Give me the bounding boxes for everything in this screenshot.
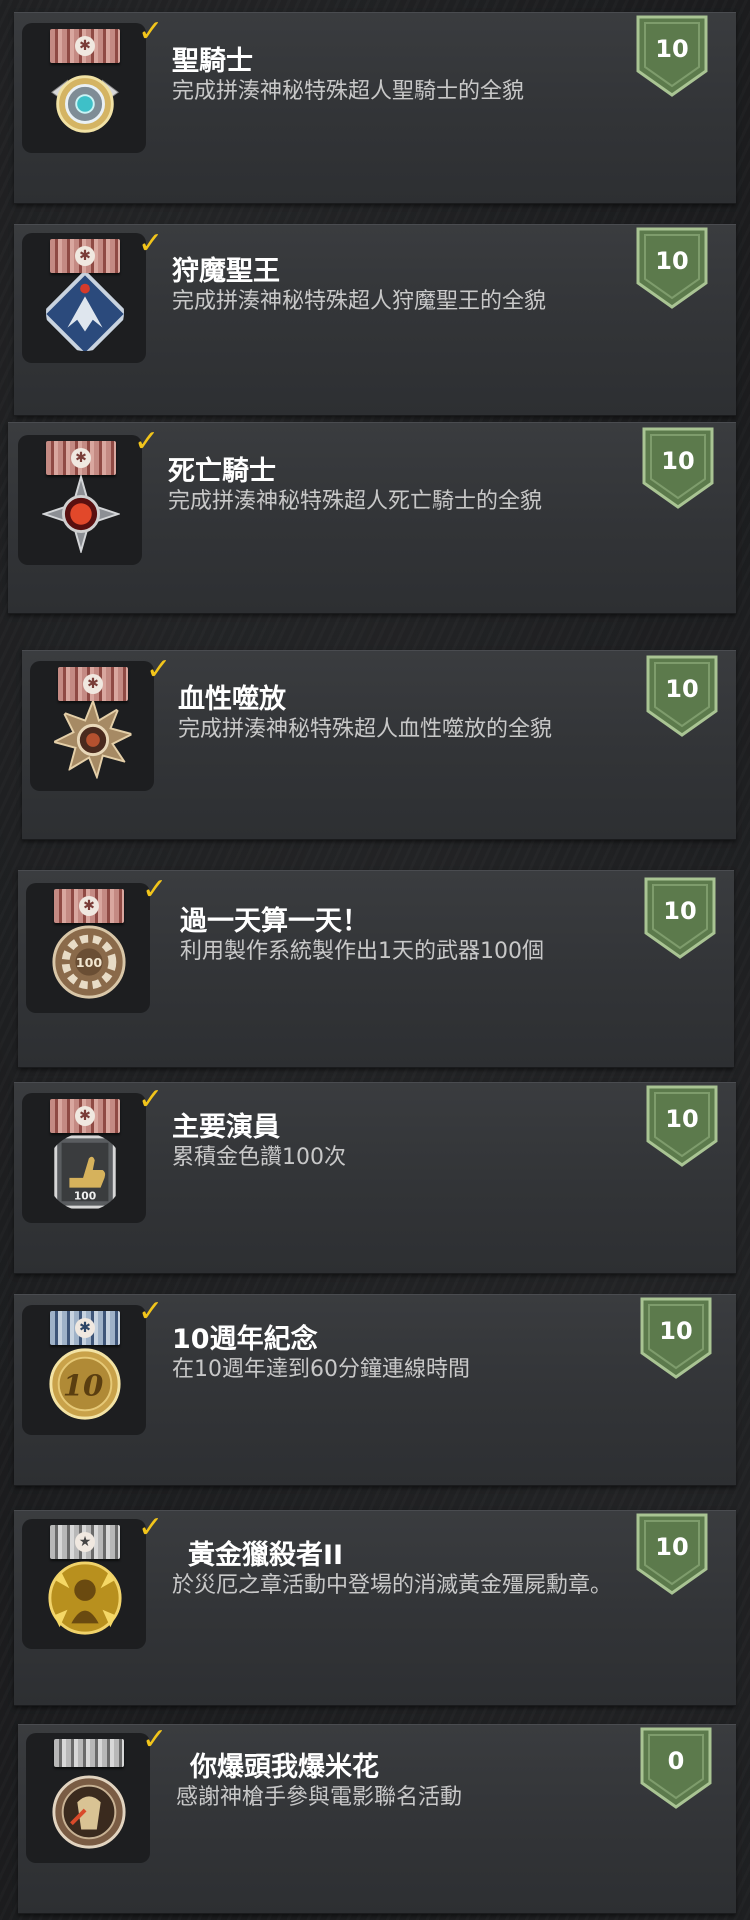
star-icon: ✱ xyxy=(75,246,95,266)
medal-frame: ✱ 10 xyxy=(22,1305,146,1435)
paladin-medal-icon xyxy=(51,75,119,133)
completed-check-icon: ✓ xyxy=(142,1722,168,1757)
points-value: 10 xyxy=(661,447,695,475)
medal-frame: ✱ xyxy=(22,23,146,153)
bloodlust-medal-icon xyxy=(54,701,132,779)
achievement-title: 狩魔聖王 xyxy=(172,256,280,287)
points-value: 10 xyxy=(665,1105,699,1133)
star-icon: ✱ xyxy=(75,36,95,56)
achievement-description: 完成拼湊神秘特殊超人狩魔聖王的全貌 xyxy=(172,289,547,314)
achievement-title: 死亡騎士 xyxy=(168,456,276,487)
achievement-description: 利用製作系統製作出1天的武器100個 xyxy=(180,939,544,964)
medal-ribbon xyxy=(54,1739,124,1767)
medal-frame: ★ xyxy=(22,1519,146,1649)
achievement-card[interactable]: ✱ ✓ 狩魔聖王 完成拼湊神秘特殊超人狩魔聖王的全貌 10 xyxy=(14,224,736,416)
points-value: 10 xyxy=(655,35,689,63)
popcorn-medal-icon xyxy=(52,1775,126,1849)
star-icon: ✱ xyxy=(79,896,99,916)
medal-frame: ✱ 100 xyxy=(26,883,150,1013)
achievement-title: 黃金獵殺者II xyxy=(188,1540,344,1571)
points-value: 10 xyxy=(655,1533,689,1561)
medal-ribbon: ✱ xyxy=(50,29,120,63)
achievement-title: 過一天算一天！ xyxy=(180,906,369,937)
thumbs-up-100-medal-icon: 100 xyxy=(54,1135,116,1209)
star-icon: ✱ xyxy=(71,448,91,468)
medal-ribbon: ✱ xyxy=(50,1099,120,1133)
star-icon: ✱ xyxy=(83,674,103,694)
achievement-card[interactable]: ★ ✓ 黃金獵殺者II 於災厄之章活動中登場的消滅黃金殭屍勳章。 10 xyxy=(14,1510,736,1706)
medal-ribbon: ✱ xyxy=(58,667,128,701)
achievement-card[interactable]: ✱ 100 ✓ 過一天算一天！ 利用製作系統製作出1天的武器100個 10 xyxy=(18,870,734,1068)
completed-check-icon: ✓ xyxy=(134,424,160,459)
svg-text:100: 100 xyxy=(76,955,103,970)
gear-100-medal-icon: 100 xyxy=(52,925,126,999)
medal-frame: ✱ xyxy=(18,435,142,565)
achievement-description: 累積金色讚100次 xyxy=(172,1145,346,1170)
completed-check-icon: ✓ xyxy=(138,1294,164,1329)
achievement-title: 主要演員 xyxy=(172,1112,280,1143)
achievement-title: 聖騎士 xyxy=(172,46,253,77)
10th-anniversary-medal-icon: 10 xyxy=(49,1348,121,1420)
achievement-description: 在10週年達到60分鐘連線時間 xyxy=(172,1357,470,1382)
achievement-description: 完成拼湊神秘特殊超人死亡騎士的全貌 xyxy=(168,489,543,514)
medal-ribbon: ✱ xyxy=(50,239,120,273)
star-icon: ✱ xyxy=(75,1318,95,1338)
completed-check-icon: ✓ xyxy=(138,226,164,261)
svg-text:10: 10 xyxy=(63,1369,104,1403)
medal-frame: ✱ 100 xyxy=(22,1093,146,1223)
star-icon: ✱ xyxy=(75,1106,95,1126)
svg-text:100: 100 xyxy=(74,1189,96,1202)
points-value: 10 xyxy=(655,247,689,275)
completed-check-icon: ✓ xyxy=(138,1082,164,1117)
achievement-card[interactable]: ✱ ✓ 血性噬放 完成拼湊神秘特殊超人血性噬放的全貌 10 xyxy=(22,650,736,840)
medal-ribbon: ✱ xyxy=(46,441,116,475)
achievement-card[interactable]: ✓ 你爆頭我爆米花 感謝神槍手參與電影聯名活動 0 xyxy=(18,1724,736,1914)
star-icon: ★ xyxy=(75,1532,95,1552)
points-value: 10 xyxy=(663,897,697,925)
medal-ribbon: ✱ xyxy=(54,889,124,923)
points-value: 10 xyxy=(659,1317,693,1345)
achievement-card[interactable]: ✱ ✓ 聖騎士 完成拼湊神秘特殊超人聖騎士的全貌 10 xyxy=(14,12,736,204)
achievement-title: 10週年紀念 xyxy=(172,1324,318,1355)
completed-check-icon: ✓ xyxy=(142,872,168,907)
points-value: 0 xyxy=(667,1747,685,1775)
completed-check-icon: ✓ xyxy=(146,652,172,687)
achievement-title: 你爆頭我爆米花 xyxy=(190,1752,379,1783)
achievement-description: 完成拼湊神秘特殊超人血性噬放的全貌 xyxy=(178,717,553,742)
medal-frame: ✱ xyxy=(22,233,146,363)
completed-check-icon: ✓ xyxy=(138,14,164,49)
golden-hunter-medal-icon xyxy=(48,1561,122,1635)
medal-frame: ✱ xyxy=(30,661,154,791)
achievement-title: 血性噬放 xyxy=(178,684,286,715)
achievement-description: 於災厄之章活動中登場的消滅黃金殭屍勳章。 xyxy=(172,1573,613,1598)
medal-ribbon: ★ xyxy=(50,1525,120,1559)
achievement-list: ✱ ✓ 聖騎士 完成拼湊神秘特殊超人聖騎士的全貌 10 ✱ ✓ 狩魔聖王 完成拼… xyxy=(0,0,750,1920)
achievement-card[interactable]: ✱ ✓ 死亡騎士 完成拼湊神秘特殊超人死亡騎士的全貌 10 xyxy=(8,422,736,614)
medal-frame xyxy=(26,1733,150,1863)
achievement-card[interactable]: ✱ 100 ✓ 主要演員 累積金色讚100次 10 xyxy=(14,1082,736,1274)
completed-check-icon: ✓ xyxy=(138,1510,164,1545)
demon-hunter-king-medal-icon xyxy=(46,273,124,351)
achievement-card[interactable]: ✱ 10 ✓ 10週年紀念 在10週年達到60分鐘連線時間 10 xyxy=(14,1294,736,1486)
death-knight-medal-icon xyxy=(42,475,120,553)
points-value: 10 xyxy=(665,675,699,703)
medal-ribbon: ✱ xyxy=(50,1311,120,1345)
achievement-description: 感謝神槍手參與電影聯名活動 xyxy=(176,1785,463,1810)
achievement-description: 完成拼湊神秘特殊超人聖騎士的全貌 xyxy=(172,79,525,104)
